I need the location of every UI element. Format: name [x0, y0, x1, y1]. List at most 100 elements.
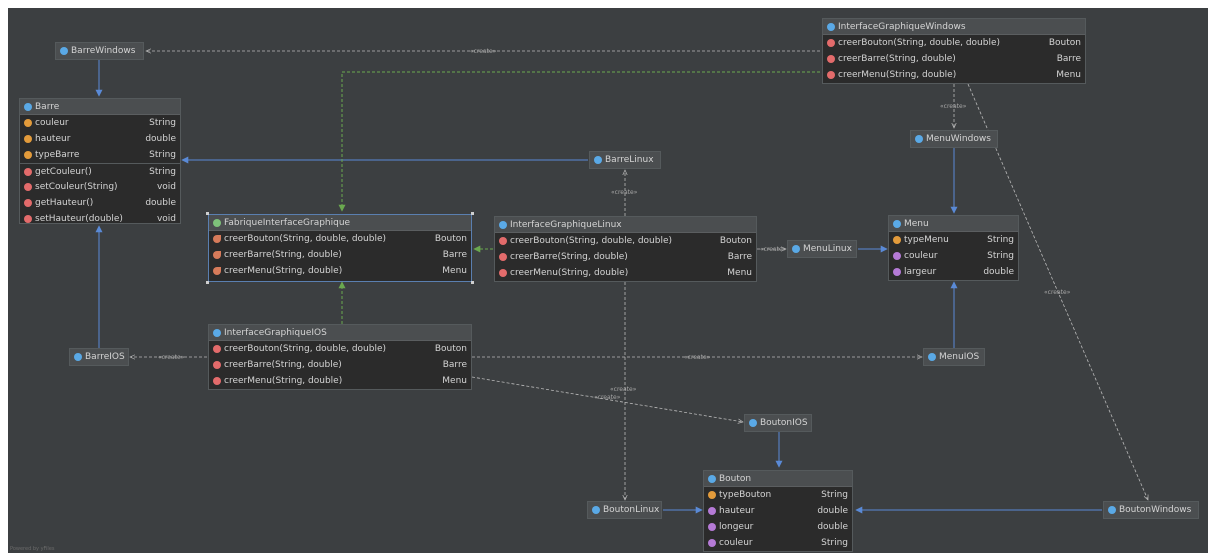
class-name: InterfaceGraphiqueIOS [224, 327, 327, 338]
method-row: creerBarre(String, double) Barre [209, 247, 471, 263]
method-icon [24, 215, 32, 223]
field-row: largeur double [889, 264, 1018, 280]
class-name: FabriqueInterfaceGraphique [224, 217, 351, 228]
class-icon [792, 245, 800, 253]
field-row: hauteur double [704, 503, 852, 519]
field-row: hauteur double [20, 131, 180, 147]
class-interfacegraphiquewindows[interactable]: InterfaceGraphiqueWindows creerBouton(St… [822, 18, 1086, 84]
field-icon [708, 491, 716, 499]
class-name: Bouton [719, 473, 752, 484]
interface-fabriqueinterfacegraphique[interactable]: FabriqueInterfaceGraphique creerBouton(S… [208, 214, 472, 282]
class-name: BoutonWindows [1119, 505, 1192, 515]
class-name: BarreWindows [71, 46, 136, 56]
field-icon [24, 119, 32, 127]
selection-handle[interactable] [206, 212, 209, 215]
method-icon [499, 237, 507, 245]
class-name: BarreIOS [85, 352, 125, 362]
class-interfacegraphiqueios[interactable]: InterfaceGraphiqueIOS creerBouton(String… [208, 324, 472, 390]
class-menuwindows[interactable]: MenuWindows [910, 130, 998, 148]
property-icon [893, 252, 901, 260]
class-menuios[interactable]: MenuIOS [923, 348, 985, 366]
class-icon [499, 220, 507, 229]
field-row: couleur String [20, 115, 180, 131]
class-name: MenuIOS [939, 352, 980, 362]
selection-handle[interactable] [471, 212, 474, 215]
class-icon [708, 474, 716, 483]
class-interfacegraphiquelinux[interactable]: InterfaceGraphiqueLinux creerBouton(Stri… [494, 216, 757, 282]
class-barrewindows[interactable]: BarreWindows [55, 42, 144, 60]
method-row: creerMenu(String, double) Menu [823, 67, 1085, 83]
class-icon [749, 419, 757, 427]
method-icon [213, 345, 221, 353]
class-name: BoutonLinux [603, 505, 660, 515]
class-boutonios[interactable]: BoutonIOS [744, 414, 812, 432]
abstract-method-icon [213, 251, 221, 259]
class-barre[interactable]: Barre couleur String hauteur double typeBa… [19, 98, 181, 224]
create-label: «create» [1044, 289, 1071, 296]
create-label: «create» [594, 394, 621, 401]
field-icon [893, 236, 901, 244]
method-row: creerMenu(String, double) Menu [209, 373, 471, 389]
method-icon [213, 361, 221, 369]
class-boutonwindows[interactable]: BoutonWindows [1103, 501, 1199, 519]
create-label: «create» [940, 103, 967, 110]
property-icon [708, 539, 716, 547]
class-boutonlinux[interactable]: BoutonLinux [587, 501, 662, 519]
class-barreios[interactable]: BarreIOS [69, 348, 129, 366]
create-label: «create» [611, 189, 638, 196]
method-row: creerBarre(String, double) Barre [495, 249, 756, 265]
method-row: setHauteur(double) void [20, 211, 180, 227]
method-row: getCouleur() String [20, 163, 180, 179]
method-row: creerBouton(String, double, double) Bouto… [823, 35, 1085, 51]
method-row: creerMenu(String, double) Menu [495, 265, 756, 281]
method-row: creerBarre(String, double) Barre [209, 357, 471, 373]
class-menulinux[interactable]: MenuLinux [787, 240, 857, 258]
method-icon [499, 253, 507, 261]
method-icon [827, 39, 835, 47]
method-row: getHauteur() double [20, 195, 180, 211]
method-icon [24, 167, 32, 176]
field-row: longeur double [704, 519, 852, 535]
class-name: MenuWindows [926, 134, 991, 144]
field-icon [24, 151, 32, 159]
class-name: Barre [35, 101, 60, 112]
selection-handle[interactable] [471, 281, 474, 284]
uml-diagram-canvas: «create» «create» «create» «create» «cre… [0, 0, 1208, 553]
property-icon [708, 523, 716, 531]
method-icon [827, 55, 835, 63]
class-icon [893, 219, 901, 228]
class-icon [24, 102, 32, 111]
class-icon [827, 22, 835, 31]
class-icon [60, 47, 68, 55]
field-row: couleur String [704, 535, 852, 551]
property-icon [708, 507, 716, 515]
field-row: typeBarre String [20, 147, 180, 163]
selection-handle[interactable] [206, 281, 209, 284]
create-label: «create» [684, 354, 711, 361]
class-name: InterfaceGraphiqueLinux [510, 219, 622, 230]
create-label: «create» [760, 246, 787, 253]
class-name: BoutonIOS [760, 418, 808, 428]
method-row: creerBouton(String, double, double) Bouto… [209, 231, 471, 247]
create-label: «create» [158, 354, 185, 361]
class-icon [592, 506, 600, 514]
field-row: typeMenu String [889, 232, 1018, 248]
class-bouton[interactable]: Bouton typeBouton String hauteur double lo… [703, 470, 853, 552]
abstract-method-icon [213, 235, 221, 243]
class-name: Menu [904, 218, 929, 229]
create-label: «create» [470, 48, 497, 55]
method-row: creerBouton(String, double, double) Bouto… [495, 233, 756, 249]
property-icon [893, 268, 901, 276]
class-menu[interactable]: Menu typeMenu String couleur String largeu… [888, 215, 1019, 281]
class-icon [213, 328, 221, 337]
method-icon [827, 71, 835, 79]
class-barrelinux[interactable]: BarreLinux [589, 151, 661, 169]
method-row: setCouleur(String) void [20, 179, 180, 195]
method-row: creerBouton(String, double, double) Bouto… [209, 341, 471, 357]
class-icon [74, 353, 82, 361]
field-row: couleur String [889, 248, 1018, 264]
method-icon [24, 199, 32, 207]
class-icon [1108, 506, 1116, 514]
field-row: typeBouton String [704, 487, 852, 503]
class-name: InterfaceGraphiqueWindows [838, 21, 966, 32]
